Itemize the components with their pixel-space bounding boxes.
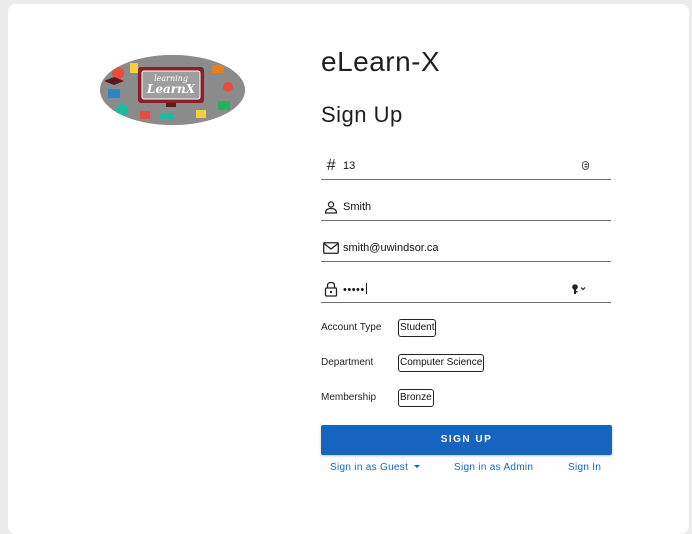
id-field[interactable]: # 13 — [321, 155, 611, 180]
department-label: Department — [321, 357, 374, 368]
password-key-icon[interactable] — [571, 283, 587, 295]
account-type-select[interactable]: Student — [398, 319, 437, 337]
number-spinner-icon[interactable] — [582, 161, 589, 170]
id-field-value[interactable]: 13 — [343, 160, 355, 172]
membership-label: Membership — [321, 392, 377, 403]
sign-up-button[interactable]: SIGN UP — [321, 425, 612, 455]
hash-icon: # — [326, 157, 336, 174]
dropdown-arrow-icon — [414, 465, 421, 468]
text-caret — [365, 283, 367, 294]
password-field[interactable]: ••••• — [321, 278, 611, 303]
sign-in-guest-link[interactable]: Sign in as Guest — [330, 462, 421, 473]
person-icon — [322, 198, 340, 216]
elearn-logo: learning LearnX — [100, 55, 245, 125]
page-title: Sign Up — [321, 102, 403, 127]
name-field[interactable]: Smith — [321, 196, 611, 221]
logo-illustration: learning LearnX — [100, 55, 245, 125]
email-field[interactable]: smith@uwindsor.ca — [321, 237, 611, 262]
department-select[interactable]: Computer Science — [398, 354, 485, 372]
email-field-value[interactable]: smith@uwindsor.ca — [343, 242, 439, 254]
lock-icon — [322, 280, 340, 298]
sign-in-admin-link[interactable]: Sign in as Admin — [454, 462, 533, 473]
password-mask: ••••• — [343, 284, 365, 296]
sign-in-link[interactable]: Sign In — [568, 462, 601, 473]
password-field-value[interactable]: ••••• — [343, 283, 367, 296]
membership-select[interactable]: Bronze — [398, 389, 434, 407]
mail-icon — [322, 239, 340, 257]
account-type-label: Account Type — [321, 322, 382, 333]
app-title: eLearn-X — [321, 46, 441, 77]
name-field-value[interactable]: Smith — [343, 201, 371, 213]
logo-text-main: LearnX — [146, 82, 196, 96]
sign-in-guest-label: Sign in as Guest — [330, 462, 409, 473]
